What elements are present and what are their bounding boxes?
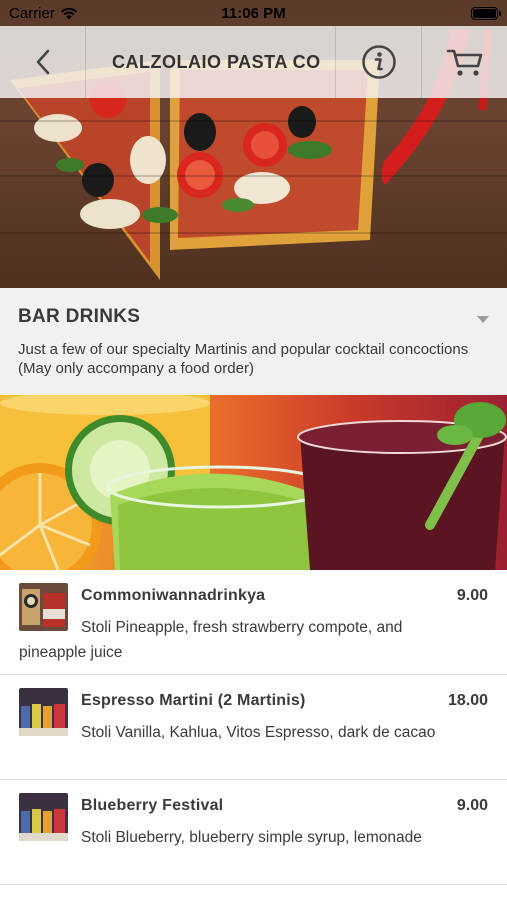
category-banner-image	[0, 395, 507, 570]
dropdown-arrow-icon[interactable]	[477, 316, 489, 323]
menu-item[interactable]: Commoniwannadrinkya 9.00 Stoli Pineapple…	[0, 570, 507, 675]
menu-item-name: Blueberry Festival	[81, 797, 224, 814]
menu-item-name: Commoniwannadrinkya	[81, 587, 266, 604]
menu-item-price: 18.00	[447, 692, 488, 709]
info-icon	[361, 45, 396, 79]
category-description: Just a few of our specialty Martinis and…	[18, 341, 469, 377]
cart-icon	[446, 49, 482, 76]
back-button[interactable]	[0, 26, 86, 98]
battery-icon	[471, 6, 501, 20]
menu-items-list: Commoniwannadrinkya 9.00 Stoli Pineapple…	[0, 570, 507, 900]
restaurant-title: CALZOLAIO PASTA CO	[112, 51, 321, 72]
menu-item-description: Stoli Pineapple, fresh strawberry compot…	[19, 619, 403, 661]
nav-bar: CALZOLAIO PASTA CO	[0, 26, 507, 98]
drinks-illustration	[0, 395, 507, 570]
menu-item-description: Stoli Vanilla, Kahlua, Vitos Espresso, d…	[81, 724, 436, 741]
category-title: BAR DRINKS	[18, 306, 141, 327]
category-header[interactable]: BAR DRINKS Just a few of our specialty M…	[0, 288, 507, 395]
info-button[interactable]	[335, 26, 421, 98]
menu-item-name: Espresso Martini (2 Martinis)	[81, 692, 306, 709]
menu-item-price: 9.00	[456, 587, 488, 604]
clock: 11:06 PM	[221, 4, 286, 22]
status-bar: Carrier 11:06 PM	[0, 0, 507, 26]
menu-item-description: Stoli Blueberry, blueberry simple syrup,…	[81, 829, 422, 846]
menu-item[interactable]	[0, 885, 507, 900]
chevron-left-icon	[36, 49, 49, 75]
cart-button[interactable]	[421, 26, 507, 98]
menu-item[interactable]: Espresso Martini (2 Martinis) 18.00 Stol…	[0, 675, 507, 780]
menu-item-price: 9.00	[456, 797, 488, 814]
menu-item[interactable]: Blueberry Festival 9.00 Stoli Blueberry,…	[0, 780, 507, 885]
